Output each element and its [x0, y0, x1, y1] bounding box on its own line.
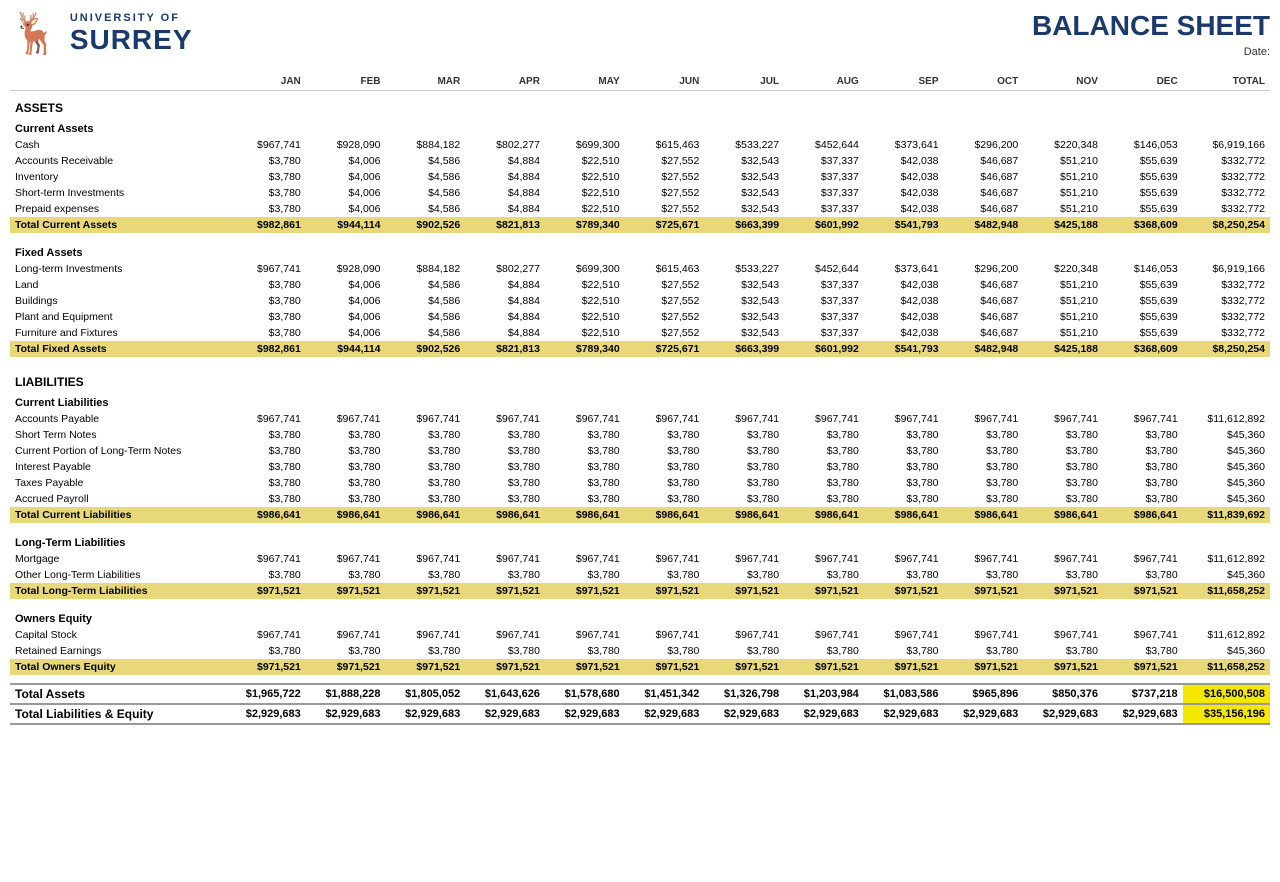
- owners-equity-header: Owners Equity: [10, 607, 1270, 627]
- cash-jun: $615,463: [625, 137, 705, 153]
- spacer4: [10, 599, 1270, 607]
- mortgage-row: Mortgage $967,741 $967,741 $967,741 $967…: [10, 551, 1270, 567]
- column-headers: JAN FEB MAR APR MAY JUN JUL AUG SEP OCT …: [10, 73, 1270, 91]
- spacer1: [10, 233, 1270, 241]
- cash-apr: $802,277: [465, 137, 545, 153]
- short-term-investments-row: Short-term Investments $3,780 $4,006 $4,…: [10, 185, 1270, 201]
- long-term-liabilities-header: Long-Term Liabilities: [10, 531, 1270, 551]
- long-term-investments-row: Long-term Investments $967,741 $928,090 …: [10, 261, 1270, 277]
- col-jun: JUN: [625, 73, 705, 91]
- cash-may: $699,300: [545, 137, 625, 153]
- cash-feb: $928,090: [306, 137, 386, 153]
- plant-equipment-row: Plant and Equipment $3,780 $4,006 $4,586…: [10, 309, 1270, 325]
- col-label: [10, 73, 226, 91]
- col-jul: JUL: [704, 73, 784, 91]
- col-may: MAY: [545, 73, 625, 91]
- other-lt-liabilities-row: Other Long-Term Liabilities $3,780 $3,78…: [10, 567, 1270, 583]
- col-apr: APR: [465, 73, 545, 91]
- header: 🦌 UNIVERSITY OF SURREY BALANCE SHEET Dat…: [10, 10, 1270, 58]
- university-of-label: UNIVERSITY OF: [70, 12, 193, 24]
- balance-sheet-table: JAN FEB MAR APR MAY JUN JUL AUG SEP OCT …: [10, 73, 1270, 725]
- buildings-row: Buildings $3,780 $4,006 $4,586 $4,884 $2…: [10, 293, 1270, 309]
- prepaid-expenses-row: Prepaid expenses $3,780 $4,006 $4,586 $4…: [10, 201, 1270, 217]
- col-sep: SEP: [864, 73, 944, 91]
- fixed-assets-header: Fixed Assets: [10, 241, 1270, 261]
- col-dec: DEC: [1103, 73, 1183, 91]
- total-owners-equity-row: Total Owners Equity $971,521 $971,521 $9…: [10, 659, 1270, 675]
- col-feb: FEB: [306, 73, 386, 91]
- cash-dec: $146,053: [1103, 137, 1183, 153]
- cash-jan: $967,741: [226, 137, 306, 153]
- cash-nov: $220,348: [1023, 137, 1103, 153]
- logo-text: UNIVERSITY OF SURREY: [70, 12, 193, 56]
- accrued-payroll-row: Accrued Payroll $3,780 $3,780 $3,780 $3,…: [10, 491, 1270, 507]
- taxes-payable-row: Taxes Payable $3,780 $3,780 $3,780 $3,78…: [10, 475, 1270, 491]
- furniture-fixtures-row: Furniture and Fixtures $3,780 $4,006 $4,…: [10, 325, 1270, 341]
- liabilities-header: LIABILITIES: [10, 365, 1270, 391]
- cash-jul: $533,227: [704, 137, 784, 153]
- total-current-assets-row: Total Current Assets $982,861 $944,114 $…: [10, 217, 1270, 233]
- date-label: Date:: [1032, 46, 1270, 58]
- total-lt-liabilities-row: Total Long-Term Liabilities $971,521 $97…: [10, 583, 1270, 599]
- capital-stock-row: Capital Stock $967,741 $967,741 $967,741…: [10, 627, 1270, 643]
- total-fixed-assets-row: Total Fixed Assets $982,861 $944,114 $90…: [10, 341, 1270, 357]
- land-row: Land $3,780 $4,006 $4,586 $4,884 $22,510…: [10, 277, 1270, 293]
- assets-header: ASSETS: [10, 91, 1270, 118]
- retained-earnings-row: Retained Earnings $3,780 $3,780 $3,780 $…: [10, 643, 1270, 659]
- short-term-notes-row: Short Term Notes $3,780 $3,780 $3,780 $3…: [10, 427, 1270, 443]
- col-oct: OCT: [944, 73, 1024, 91]
- accounts-payable-row: Accounts Payable $967,741 $967,741 $967,…: [10, 411, 1270, 427]
- cash-row: Cash $967,741 $928,090 $884,182 $802,277…: [10, 137, 1270, 153]
- surrey-label: SURREY: [70, 24, 193, 56]
- total-liabilities-equity-row: Total Liabilities & Equity $2,929,683 $2…: [10, 704, 1270, 724]
- col-aug: AUG: [784, 73, 864, 91]
- spacer3: [10, 523, 1270, 531]
- cash-sep: $373,641: [864, 137, 944, 153]
- current-liabilities-header: Current Liabilities: [10, 391, 1270, 411]
- interest-payable-row: Interest Payable $3,780 $3,780 $3,780 $3…: [10, 459, 1270, 475]
- spacer5: [10, 675, 1270, 684]
- col-jan: JAN: [226, 73, 306, 91]
- logo-area: 🦌 UNIVERSITY OF SURREY: [10, 10, 193, 57]
- total-assets-row: Total Assets $1,965,722 $1,888,228 $1,80…: [10, 684, 1270, 704]
- cash-label: Cash: [10, 137, 226, 153]
- col-nov: NOV: [1023, 73, 1103, 91]
- accounts-receivable-row: Accounts Receivable $3,780 $4,006 $4,586…: [10, 153, 1270, 169]
- title-area: BALANCE SHEET Date:: [1032, 10, 1270, 58]
- cash-mar: $884,182: [386, 137, 466, 153]
- col-total: TOTAL: [1183, 73, 1270, 91]
- cash-oct: $296,200: [944, 137, 1024, 153]
- cash-aug: $452,644: [784, 137, 864, 153]
- current-portion-lt-notes-row: Current Portion of Long-Term Notes $3,78…: [10, 443, 1270, 459]
- deer-icon: 🦌: [10, 10, 60, 57]
- col-mar: MAR: [386, 73, 466, 91]
- ar-label: Accounts Receivable: [10, 153, 226, 169]
- current-assets-header: Current Assets: [10, 117, 1270, 137]
- spacer2: [10, 357, 1270, 365]
- total-current-liabilities-row: Total Current Liabilities $986,641 $986,…: [10, 507, 1270, 523]
- inventory-row: Inventory $3,780 $4,006 $4,586 $4,884 $2…: [10, 169, 1270, 185]
- page-title: BALANCE SHEET: [1032, 10, 1270, 42]
- page-container: 🦌 UNIVERSITY OF SURREY BALANCE SHEET Dat…: [10, 10, 1270, 725]
- cash-total: $6,919,166: [1183, 137, 1270, 153]
